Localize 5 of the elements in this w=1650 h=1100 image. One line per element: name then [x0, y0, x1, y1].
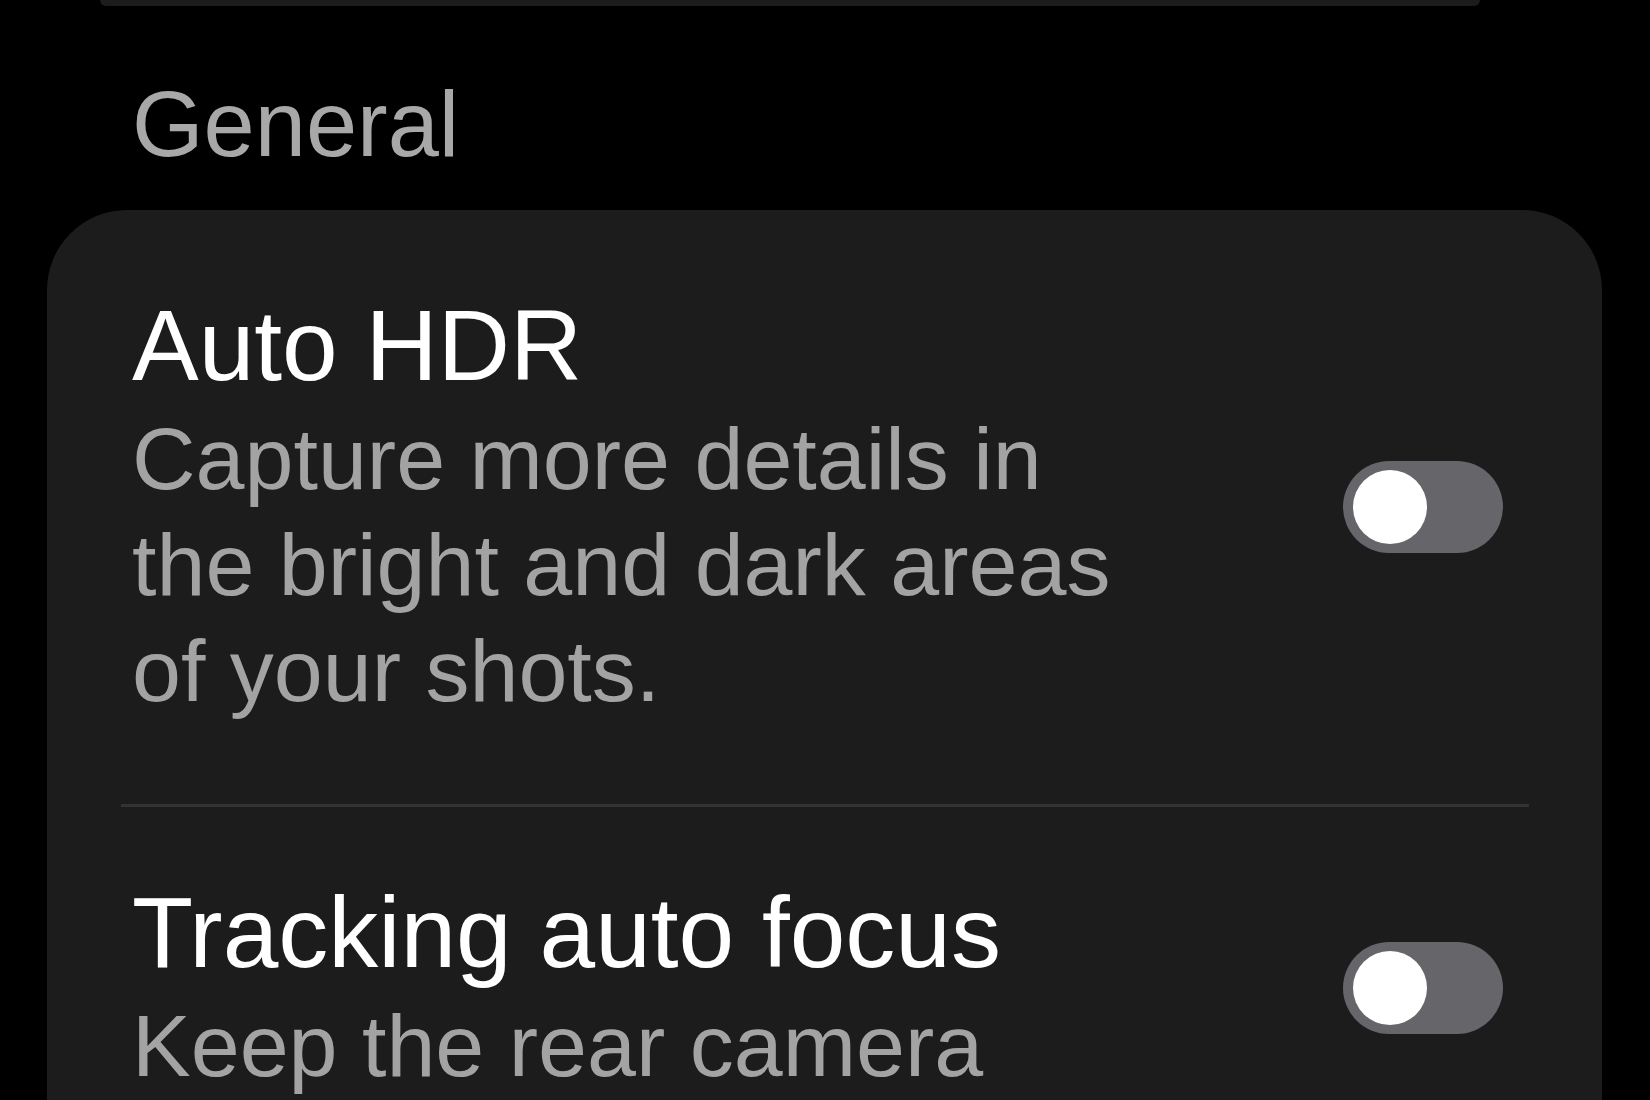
- setting-title: Tracking auto focus: [132, 877, 1002, 987]
- section-heading: General: [132, 78, 461, 170]
- setting-title: Auto HDR: [132, 290, 584, 400]
- setting-description: Capture more details in the bright and dark areas of your shots.: [132, 408, 1112, 722]
- setting-description: Keep the rear camera: [132, 995, 985, 1097]
